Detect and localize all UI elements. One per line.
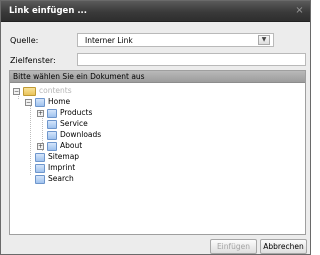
collapse-toggle-icon[interactable]: −	[13, 88, 20, 95]
source-select-value: Interner Link	[85, 36, 133, 45]
tree-item-label: Downloads	[60, 130, 102, 139]
link-insert-dialog: Link einfügen ... × Quelle: Interner Lin…	[0, 0, 311, 255]
tree-panel-header-text: Bitte wählen Sie ein Dokument aus	[13, 72, 145, 81]
collapse-toggle-icon[interactable]: −	[25, 99, 32, 106]
document-icon	[47, 131, 57, 140]
insert-button[interactable]: Einfügen	[210, 239, 257, 254]
cancel-button[interactable]: Abbrechen	[260, 239, 307, 254]
tree-item-about[interactable]: + About	[37, 141, 157, 152]
tree-item-downloads[interactable]: Downloads	[37, 130, 157, 141]
tree-item-label: Sitemap	[48, 152, 80, 161]
tree-item-label: Service	[60, 119, 88, 128]
tree-panel-header: Bitte wählen Sie ein Dokument aus	[10, 71, 305, 83]
target-window-label: Zielfenster:	[10, 56, 56, 65]
document-icon	[35, 175, 45, 184]
document-icon	[35, 164, 45, 173]
expand-toggle-icon[interactable]: +	[37, 143, 44, 150]
document-icon	[35, 98, 45, 107]
source-label: Quelle:	[10, 36, 39, 45]
tree-item-label: Imprint	[48, 163, 76, 172]
tree-root-node[interactable]: − contents	[13, 86, 133, 97]
tree-item-products[interactable]: + Products	[37, 108, 157, 119]
expand-toggle-icon[interactable]: +	[37, 110, 44, 117]
source-select[interactable]: Interner Link ▼	[77, 33, 274, 47]
document-icon	[47, 142, 57, 151]
target-window-input[interactable]	[77, 53, 306, 66]
tree-item-label: Products	[60, 108, 93, 117]
tree-item-imprint[interactable]: Imprint	[25, 163, 145, 174]
tree-item-label: About	[60, 141, 83, 150]
dialog-title: Link einfügen ...	[9, 6, 88, 16]
tree-item-label: Home	[48, 97, 71, 106]
chevron-down-icon[interactable]: ▼	[258, 35, 270, 45]
document-icon	[35, 153, 45, 162]
tree-item-home[interactable]: − Home	[25, 97, 145, 108]
tree-item-label: Search	[48, 174, 74, 183]
close-icon[interactable]: ×	[294, 5, 305, 16]
tree-item-search[interactable]: Search	[25, 174, 145, 185]
tree-item-service[interactable]: Service	[37, 119, 157, 130]
tree-item-sitemap[interactable]: Sitemap	[25, 152, 145, 163]
folder-icon	[23, 87, 36, 96]
tree-root-label: contents	[39, 86, 72, 95]
document-icon	[47, 109, 57, 118]
dialog-titlebar[interactable]: Link einfügen ... ×	[1, 1, 310, 22]
document-icon	[47, 120, 57, 129]
document-tree-panel: Bitte wählen Sie ein Dokument aus − cont…	[9, 70, 306, 235]
